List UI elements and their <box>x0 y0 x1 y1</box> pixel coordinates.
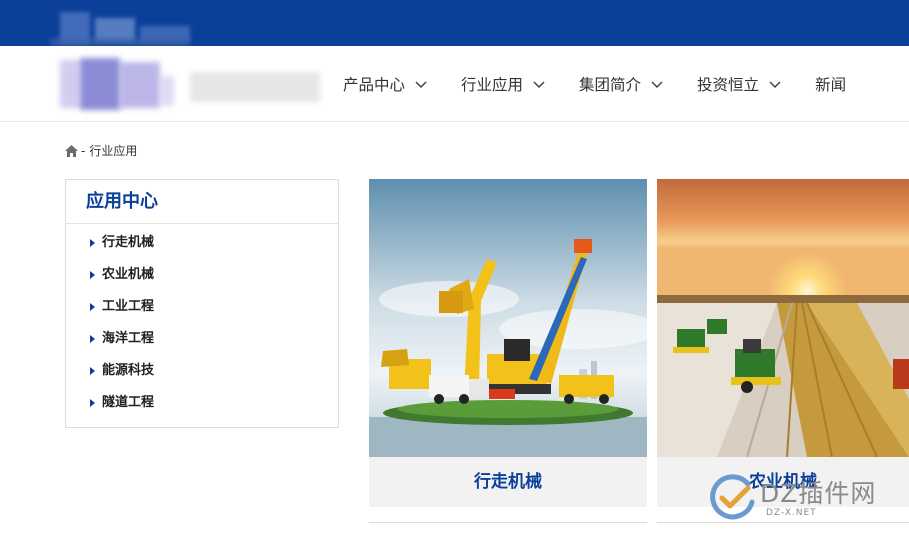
sidebar-item-label: 能源科技 <box>102 363 155 378</box>
nav-item-news[interactable]: 新闻 <box>815 73 846 95</box>
sidebar-item-mobile-machinery[interactable]: 行走机械 <box>66 227 338 259</box>
application-card-agricultural-machinery[interactable]: 农业机械 <box>657 179 909 507</box>
watermark-logo-icon <box>710 474 755 520</box>
watermark-subtext: DZ-X.NET <box>766 508 817 518</box>
nav-item-label: 投资恒立 <box>697 76 760 94</box>
triangle-right-icon <box>90 303 95 311</box>
agricultural-harvest-photo <box>657 179 909 457</box>
main-nav: 产品中心 行业应用 集团简介 投资恒立 新闻 <box>343 46 880 122</box>
sidebar-item-label: 海洋工程 <box>102 331 155 346</box>
breadcrumb-separator: - <box>81 143 86 158</box>
chevron-down-icon <box>415 81 427 89</box>
triangle-right-icon <box>90 335 95 343</box>
sidebar-item-agricultural-machinery[interactable]: 农业机械 <box>66 259 338 291</box>
watermark: DZ插件网 DZ-X.NET <box>708 470 908 526</box>
blurred-top-logo <box>50 8 200 48</box>
sidebar-item-marine-engineering[interactable]: 海洋工程 <box>66 323 338 355</box>
sidebar-item-label: 工业工程 <box>102 299 155 314</box>
chevron-down-icon <box>769 81 781 89</box>
watermark-text: DZ插件网 <box>760 479 877 508</box>
card-divider <box>369 522 647 523</box>
card-image[interactable] <box>657 179 909 457</box>
sidebar: 应用中心 行走机械 农业机械 工业工程 海洋工程 能源科技 隧道工程 <box>65 179 339 428</box>
application-card-mobile-machinery[interactable]: 行走机械 <box>369 179 647 507</box>
site-header: 产品中心 行业应用 集团简介 投资恒立 新闻 <box>0 46 909 122</box>
sidebar-item-label: 隧道工程 <box>102 395 155 410</box>
card-image[interactable] <box>369 179 647 457</box>
home-icon[interactable] <box>64 144 79 158</box>
nav-item-industry[interactable]: 行业应用 <box>461 73 545 95</box>
sidebar-item-tunnel-engineering[interactable]: 隧道工程 <box>66 387 338 419</box>
triangle-right-icon <box>90 367 95 375</box>
nav-item-label: 行业应用 <box>461 76 524 94</box>
top-bar <box>0 0 909 46</box>
nav-item-label: 新闻 <box>815 76 847 94</box>
nav-item-investors[interactable]: 投资恒立 <box>697 73 781 95</box>
chevron-down-icon <box>533 81 545 89</box>
chevron-down-icon <box>651 81 663 89</box>
nav-item-about[interactable]: 集团简介 <box>579 73 663 95</box>
sidebar-item-energy-tech[interactable]: 能源科技 <box>66 355 338 387</box>
sidebar-list: 行走机械 农业机械 工业工程 海洋工程 能源科技 隧道工程 <box>66 224 338 419</box>
blurred-site-logo[interactable] <box>60 56 330 116</box>
nav-item-label: 产品中心 <box>343 76 406 94</box>
sidebar-title: 应用中心 <box>66 180 338 224</box>
triangle-right-icon <box>90 399 95 407</box>
sidebar-item-industrial-engineering[interactable]: 工业工程 <box>66 291 338 323</box>
nav-item-label: 集团简介 <box>579 76 642 94</box>
sidebar-item-label: 行走机械 <box>102 235 155 250</box>
construction-machinery-photo <box>369 179 647 457</box>
sidebar-item-label: 农业机械 <box>102 267 155 282</box>
nav-item-products[interactable]: 产品中心 <box>343 73 427 95</box>
card-label[interactable]: 行走机械 <box>369 457 647 507</box>
triangle-right-icon <box>90 239 95 247</box>
breadcrumb-current[interactable]: 行业应用 <box>89 142 137 159</box>
breadcrumb: - 行业应用 <box>64 142 137 159</box>
triangle-right-icon <box>90 271 95 279</box>
